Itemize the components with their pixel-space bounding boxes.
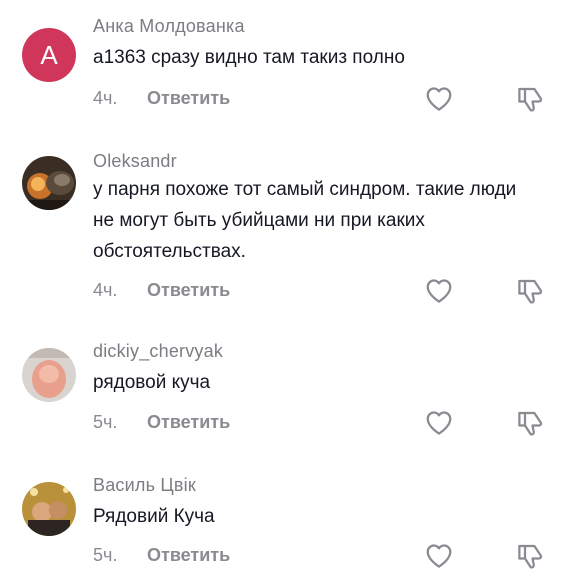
avatar-image [22,348,76,402]
avatar[interactable] [22,348,76,402]
comment-username[interactable]: Oleksandr [93,151,177,172]
comment-username[interactable]: Анка Молдованка [93,16,245,37]
comment-time: 4ч. [93,280,118,300]
comment-text: у парня похоже тот самый синдром. такие … [93,179,517,262]
avatar-image [22,482,76,536]
comment-text: рядовой куча [93,372,211,393]
dislike-icon[interactable] [515,276,545,306]
comment-time: 5ч. [93,545,118,565]
like-heart-icon[interactable] [424,276,454,306]
comment-meta: 4ч. Ответить [93,280,230,301]
dislike-icon[interactable] [515,541,545,571]
avatar[interactable] [22,482,76,536]
reply-button[interactable]: Ответить [147,412,230,433]
avatar[interactable]: А [22,28,76,82]
reply-button[interactable]: Ответить [147,545,230,566]
like-heart-icon[interactable] [424,541,454,571]
avatar-image [22,156,76,210]
dislike-icon[interactable] [515,84,545,114]
comment-text: а1363 сразу видно там такиз полно [93,47,405,68]
comment-username[interactable]: Василь Цвік [93,475,196,496]
comment-time: 5ч. [93,412,118,432]
comment-meta: 5ч. Ответить [93,545,230,566]
avatar[interactable] [22,156,76,210]
reply-button[interactable]: Ответить [147,88,230,109]
avatar-letter: А [40,39,58,70]
comment-time: 4ч. [93,88,118,108]
dislike-icon[interactable] [515,408,545,438]
comment-username[interactable]: dickiy_chervyak [93,341,223,362]
reply-button[interactable]: Ответить [147,280,230,301]
like-heart-icon[interactable] [424,84,454,114]
like-heart-icon[interactable] [424,408,454,438]
comment-meta: 5ч. Ответить [93,412,230,433]
comment-meta: 4ч. Ответить [93,88,230,109]
comment-text: Рядовий Куча [93,506,215,527]
